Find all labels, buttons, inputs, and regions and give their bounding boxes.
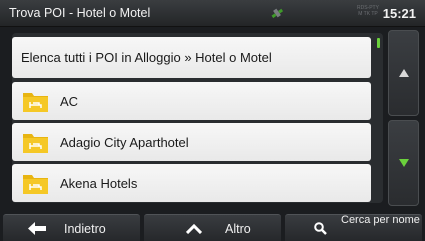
bottom-bar: Indietro Altro Cerca per nome bbox=[0, 214, 425, 241]
back-button[interactable]: Indietro bbox=[3, 214, 140, 241]
more-button[interactable]: Altro bbox=[144, 214, 281, 241]
chevron-up-icon bbox=[186, 224, 202, 234]
search-by-name-label: Cerca per nome bbox=[341, 214, 420, 226]
list-item[interactable]: Adagio City Aparthotel bbox=[12, 123, 371, 161]
list-header-label: Elenca tutti i POI in Alloggio » Hotel o… bbox=[21, 50, 272, 65]
scroll-position-indicator bbox=[377, 38, 380, 48]
arrow-up-icon bbox=[399, 69, 409, 77]
list-header-all-pois[interactable]: Elenca tutti i POI in Alloggio » Hotel o… bbox=[12, 37, 371, 78]
rds-indicator: RDS-PTY M TK TP bbox=[357, 5, 379, 17]
back-button-label: Indietro bbox=[64, 222, 106, 236]
screen-title: Trova POI - Hotel o Motel bbox=[9, 6, 151, 20]
arrow-left-icon bbox=[28, 222, 46, 235]
search-icon bbox=[314, 222, 327, 235]
satellite-icon bbox=[271, 8, 284, 19]
scroll-down-button[interactable] bbox=[388, 120, 419, 206]
hotel-folder-icon bbox=[23, 93, 48, 112]
list-item-label: Adagio City Aparthotel bbox=[60, 135, 189, 150]
hotel-folder-icon bbox=[23, 175, 48, 194]
hotel-folder-icon bbox=[23, 134, 48, 153]
arrow-down-icon bbox=[399, 159, 409, 167]
search-by-name-button[interactable]: Cerca per nome bbox=[285, 214, 422, 241]
list-item-label: Akena Hotels bbox=[60, 176, 138, 191]
status-bar: Trova POI - Hotel o Motel RDS-PTY M TK T… bbox=[0, 0, 425, 27]
list-item-label: AC bbox=[60, 94, 79, 109]
more-button-label: Altro bbox=[225, 222, 251, 236]
scroll-up-button[interactable] bbox=[388, 30, 419, 116]
list-item[interactable]: AC bbox=[12, 82, 371, 120]
clock: 15:21 bbox=[382, 6, 416, 21]
list-item[interactable]: Akena Hotels bbox=[12, 164, 371, 202]
